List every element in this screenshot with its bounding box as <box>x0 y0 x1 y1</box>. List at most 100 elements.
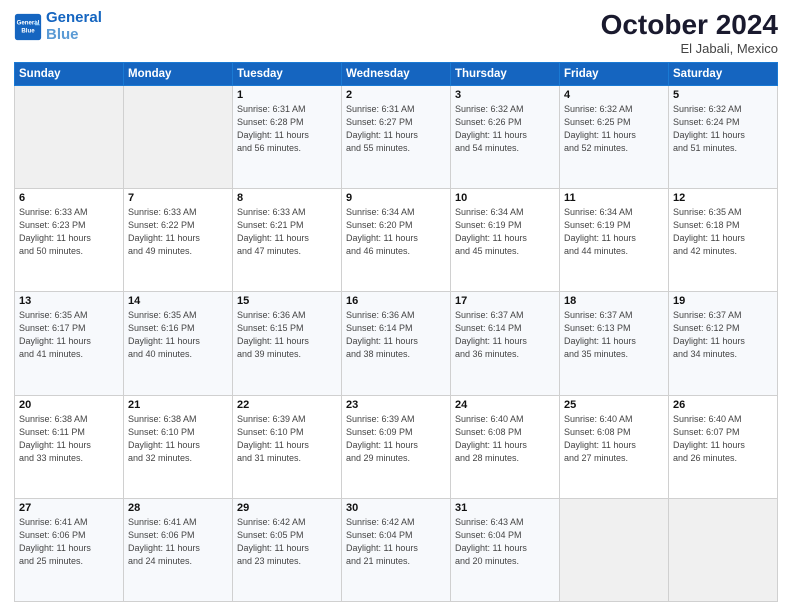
day-detail: Sunrise: 6:41 AM Sunset: 6:06 PM Dayligh… <box>19 516 119 568</box>
calendar-cell: 2Sunrise: 6:31 AM Sunset: 6:27 PM Daylig… <box>342 85 451 188</box>
day-number: 29 <box>237 502 337 514</box>
weekday-header-thursday: Thursday <box>451 62 560 85</box>
day-detail: Sunrise: 6:31 AM Sunset: 6:28 PM Dayligh… <box>237 103 337 155</box>
calendar-cell <box>560 498 669 601</box>
day-number: 22 <box>237 399 337 411</box>
weekday-header-row: SundayMondayTuesdayWednesdayThursdayFrid… <box>15 62 778 85</box>
day-number: 8 <box>237 192 337 204</box>
calendar-cell: 26 Sunrise: 6:40 AM Sunset: 6:07 PM Dayli… <box>669 395 778 498</box>
calendar-table: SundayMondayTuesdayWednesdayThursdayFrid… <box>14 62 778 602</box>
day-detail: Sunrise: 6:43 AM Sunset: 6:04 PM Dayligh… <box>455 516 555 568</box>
day-number: 30 <box>346 502 446 514</box>
calendar-header: SundayMondayTuesdayWednesdayThursdayFrid… <box>15 62 778 85</box>
day-detail: Sunrise: 6:34 AM Sunset: 6:19 PM Dayligh… <box>564 206 664 258</box>
logo: General Blue GeneralBlue <box>14 10 102 43</box>
calendar-cell: 22Sunrise: 6:39 AM Sunset: 6:10 PM Dayli… <box>233 395 342 498</box>
calendar-cell: 8 Sunrise: 6:33 AM Sunset: 6:21 PM Daylig… <box>233 189 342 292</box>
weekday-header-sunday: Sunday <box>15 62 124 85</box>
day-detail: Sunrise: 6:39 AM Sunset: 6:09 PM Dayligh… <box>346 413 446 465</box>
calendar-cell <box>15 85 124 188</box>
day-number: 1 <box>237 89 337 101</box>
calendar-cell: 21 Sunrise: 6:38 AM Sunset: 6:10 PM Dayli… <box>124 395 233 498</box>
calendar-cell: 25Sunrise: 6:40 AM Sunset: 6:08 PM Dayli… <box>560 395 669 498</box>
calendar-cell <box>669 498 778 601</box>
calendar-cell: 7 Sunrise: 6:33 AM Sunset: 6:22 PM Daylig… <box>124 189 233 292</box>
day-number: 12 <box>673 192 773 204</box>
day-detail: Sunrise: 6:33 AM Sunset: 6:22 PM Dayligh… <box>128 206 228 258</box>
calendar-cell: 5Sunrise: 6:32 AM Sunset: 6:24 PM Daylig… <box>669 85 778 188</box>
day-number: 19 <box>673 295 773 307</box>
day-detail: Sunrise: 6:37 AM Sunset: 6:12 PM Dayligh… <box>673 309 773 361</box>
day-detail: Sunrise: 6:36 AM Sunset: 6:14 PM Dayligh… <box>346 309 446 361</box>
day-number: 18 <box>564 295 664 307</box>
day-number: 5 <box>673 89 773 101</box>
calendar-cell <box>124 85 233 188</box>
day-number: 4 <box>564 89 664 101</box>
day-detail: Sunrise: 6:38 AM Sunset: 6:11 PM Dayligh… <box>19 413 119 465</box>
header: General Blue GeneralBlue October 2024 El… <box>14 10 778 56</box>
day-detail: Sunrise: 6:41 AM Sunset: 6:06 PM Dayligh… <box>128 516 228 568</box>
weekday-header-wednesday: Wednesday <box>342 62 451 85</box>
day-number: 15 <box>237 295 337 307</box>
day-detail: Sunrise: 6:32 AM Sunset: 6:25 PM Dayligh… <box>564 103 664 155</box>
day-detail: Sunrise: 6:33 AM Sunset: 6:21 PM Dayligh… <box>237 206 337 258</box>
day-detail: Sunrise: 6:42 AM Sunset: 6:05 PM Dayligh… <box>237 516 337 568</box>
day-number: 26 <box>673 399 773 411</box>
day-detail: Sunrise: 6:35 AM Sunset: 6:17 PM Dayligh… <box>19 309 119 361</box>
day-number: 16 <box>346 295 446 307</box>
day-detail: Sunrise: 6:40 AM Sunset: 6:08 PM Dayligh… <box>455 413 555 465</box>
day-number: 14 <box>128 295 228 307</box>
day-detail: Sunrise: 6:42 AM Sunset: 6:04 PM Dayligh… <box>346 516 446 568</box>
day-detail: Sunrise: 6:40 AM Sunset: 6:08 PM Dayligh… <box>564 413 664 465</box>
day-number: 21 <box>128 399 228 411</box>
day-detail: Sunrise: 6:38 AM Sunset: 6:10 PM Dayligh… <box>128 413 228 465</box>
week-row-2: 6Sunrise: 6:33 AM Sunset: 6:23 PM Daylig… <box>15 189 778 292</box>
day-number: 6 <box>19 192 119 204</box>
calendar-cell: 12 Sunrise: 6:35 AM Sunset: 6:18 PM Dayli… <box>669 189 778 292</box>
day-detail: Sunrise: 6:40 AM Sunset: 6:07 PM Dayligh… <box>673 413 773 465</box>
calendar-cell: 13 Sunrise: 6:35 AM Sunset: 6:17 PM Dayli… <box>15 292 124 395</box>
calendar-cell: 30 Sunrise: 6:42 AM Sunset: 6:04 PM Dayli… <box>342 498 451 601</box>
calendar-cell: 29 Sunrise: 6:42 AM Sunset: 6:05 PM Dayli… <box>233 498 342 601</box>
day-detail: Sunrise: 6:36 AM Sunset: 6:15 PM Dayligh… <box>237 309 337 361</box>
day-number: 20 <box>19 399 119 411</box>
day-detail: Sunrise: 6:35 AM Sunset: 6:18 PM Dayligh… <box>673 206 773 258</box>
calendar-cell: 20 Sunrise: 6:38 AM Sunset: 6:11 PM Dayli… <box>15 395 124 498</box>
calendar-cell: 10Sunrise: 6:34 AM Sunset: 6:19 PM Dayli… <box>451 189 560 292</box>
week-row-5: 27 Sunrise: 6:41 AM Sunset: 6:06 PM Dayli… <box>15 498 778 601</box>
day-number: 24 <box>455 399 555 411</box>
calendar-cell: 28 Sunrise: 6:41 AM Sunset: 6:06 PM Dayli… <box>124 498 233 601</box>
calendar-cell: 15 Sunrise: 6:36 AM Sunset: 6:15 PM Dayli… <box>233 292 342 395</box>
day-detail: Sunrise: 6:37 AM Sunset: 6:13 PM Dayligh… <box>564 309 664 361</box>
calendar-cell: 19 Sunrise: 6:37 AM Sunset: 6:12 PM Dayli… <box>669 292 778 395</box>
title-block: October 2024 El Jabali, Mexico <box>601 10 778 56</box>
svg-text:Blue: Blue <box>21 27 35 34</box>
week-row-1: 1 Sunrise: 6:31 AM Sunset: 6:28 PM Daylig… <box>15 85 778 188</box>
calendar-cell: 16 Sunrise: 6:36 AM Sunset: 6:14 PM Dayli… <box>342 292 451 395</box>
calendar-cell: 31Sunrise: 6:43 AM Sunset: 6:04 PM Dayli… <box>451 498 560 601</box>
day-detail: Sunrise: 6:32 AM Sunset: 6:26 PM Dayligh… <box>455 103 555 155</box>
day-number: 27 <box>19 502 119 514</box>
calendar-cell: 4 Sunrise: 6:32 AM Sunset: 6:25 PM Daylig… <box>560 85 669 188</box>
day-number: 3 <box>455 89 555 101</box>
day-detail: Sunrise: 6:34 AM Sunset: 6:20 PM Dayligh… <box>346 206 446 258</box>
calendar-cell: 18 Sunrise: 6:37 AM Sunset: 6:13 PM Dayli… <box>560 292 669 395</box>
calendar-cell: 9Sunrise: 6:34 AM Sunset: 6:20 PM Daylig… <box>342 189 451 292</box>
calendar-cell: 1 Sunrise: 6:31 AM Sunset: 6:28 PM Daylig… <box>233 85 342 188</box>
day-number: 7 <box>128 192 228 204</box>
weekday-header-saturday: Saturday <box>669 62 778 85</box>
calendar-body: 1 Sunrise: 6:31 AM Sunset: 6:28 PM Daylig… <box>15 85 778 601</box>
calendar-cell: 27 Sunrise: 6:41 AM Sunset: 6:06 PM Dayli… <box>15 498 124 601</box>
weekday-header-monday: Monday <box>124 62 233 85</box>
day-number: 13 <box>19 295 119 307</box>
location: El Jabali, Mexico <box>601 41 778 56</box>
logo-text: GeneralBlue <box>46 10 102 43</box>
weekday-header-friday: Friday <box>560 62 669 85</box>
week-row-3: 13 Sunrise: 6:35 AM Sunset: 6:17 PM Dayli… <box>15 292 778 395</box>
day-number: 28 <box>128 502 228 514</box>
calendar-cell: 11Sunrise: 6:34 AM Sunset: 6:19 PM Dayli… <box>560 189 669 292</box>
calendar-cell: 14Sunrise: 6:35 AM Sunset: 6:16 PM Dayli… <box>124 292 233 395</box>
week-row-4: 20 Sunrise: 6:38 AM Sunset: 6:11 PM Dayli… <box>15 395 778 498</box>
day-number: 2 <box>346 89 446 101</box>
day-detail: Sunrise: 6:37 AM Sunset: 6:14 PM Dayligh… <box>455 309 555 361</box>
